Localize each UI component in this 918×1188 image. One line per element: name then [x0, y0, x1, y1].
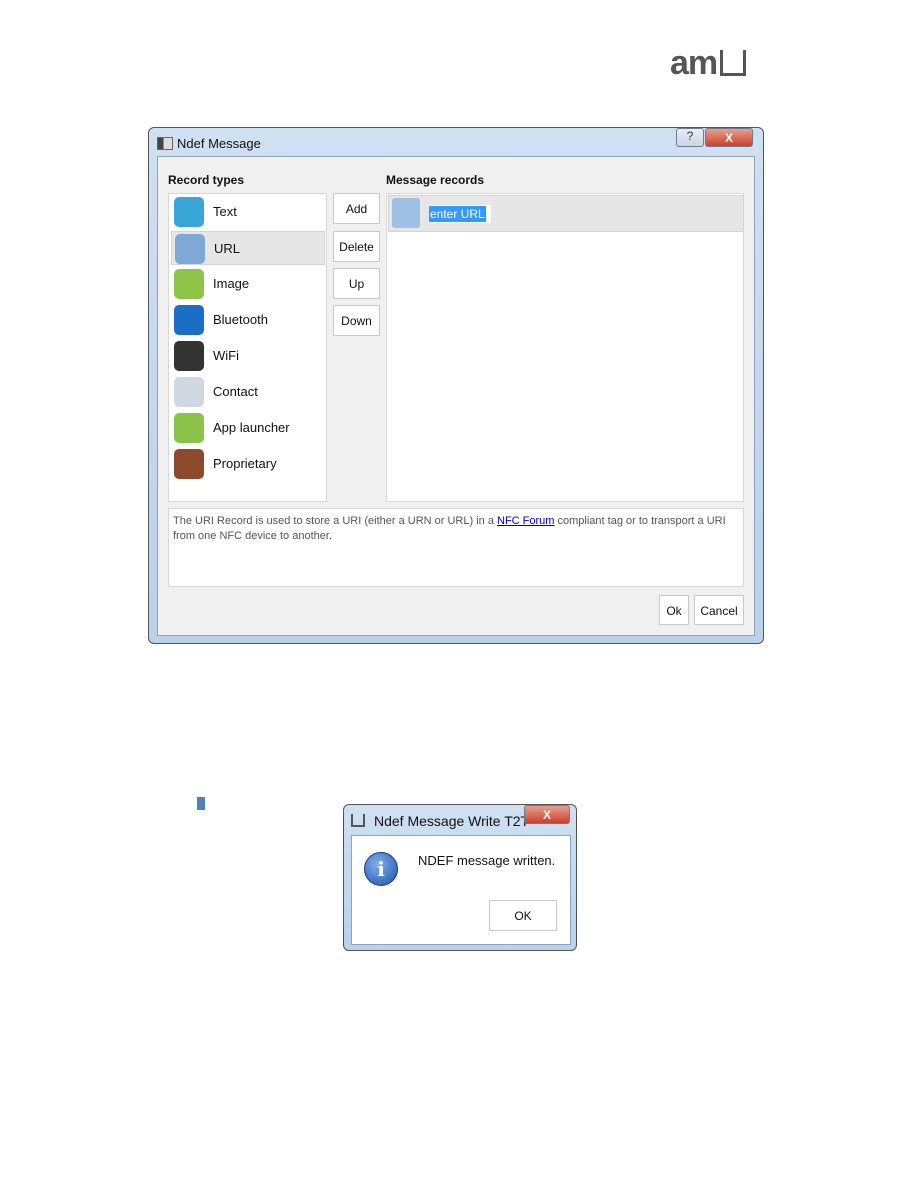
- record-type-text[interactable]: Text: [171, 195, 325, 229]
- write-close-button[interactable]: X: [524, 805, 570, 824]
- add-button[interactable]: Add: [333, 193, 380, 224]
- wifi-icon: [174, 341, 204, 371]
- record-types-list[interactable]: Text URL Image Bluetooth WiFi Contact App laun…: [168, 193, 327, 502]
- message-records-label: Message records: [386, 173, 485, 187]
- write-dialog-title: Ndef Message Write T2T: [374, 813, 530, 829]
- record-type-label: App launcher: [213, 420, 290, 435]
- close-button[interactable]: X: [705, 128, 753, 147]
- bluetooth-icon: [174, 305, 204, 335]
- dialog-client-area: Record types Message records Text URL Imag…: [157, 156, 755, 636]
- message-records-list[interactable]: enter URL: [386, 193, 744, 502]
- record-type-proprietary[interactable]: Proprietary: [171, 447, 325, 481]
- url-input-value: enter URL: [429, 206, 486, 222]
- url-input[interactable]: enter URL: [429, 205, 491, 223]
- window-icon: [157, 137, 173, 150]
- description-box: The URI Record is used to store a URI (e…: [168, 508, 744, 587]
- contact-card-icon: [174, 377, 204, 407]
- description-text-start: The URI Record is used to store a URI (e…: [173, 515, 498, 527]
- record-type-label: Image: [213, 276, 250, 291]
- record-type-label: Contact: [213, 384, 258, 399]
- briefcase-icon: [174, 449, 204, 479]
- delete-button[interactable]: Delete: [333, 231, 380, 262]
- record-type-wifi[interactable]: WiFi: [171, 339, 325, 373]
- ndef-write-dialog: Ndef Message Write T2T X i NDEF message …: [343, 804, 577, 951]
- record-types-label: Record types: [168, 173, 245, 187]
- record-type-label: URL: [214, 241, 241, 256]
- write-ok-button[interactable]: OK: [489, 900, 557, 931]
- write-dialog-body: i NDEF message written. OK: [351, 835, 571, 945]
- record-type-label: WiFi: [213, 348, 239, 363]
- record-type-url[interactable]: URL: [171, 231, 325, 265]
- info-icon: i: [364, 852, 398, 886]
- ndef-message-dialog: Ndef Message ? X Record types Message re…: [148, 127, 764, 644]
- record-type-bluetooth[interactable]: Bluetooth: [171, 303, 325, 337]
- help-button[interactable]: ?: [676, 128, 704, 147]
- ams-logo: am: [670, 44, 747, 83]
- url-globe-icon: [392, 198, 420, 228]
- down-button[interactable]: Down: [333, 305, 380, 336]
- record-type-image[interactable]: Image: [171, 267, 325, 301]
- cancel-button[interactable]: Cancel: [694, 595, 744, 625]
- record-type-contact[interactable]: Contact: [171, 375, 325, 409]
- ok-button[interactable]: Ok: [659, 595, 689, 625]
- nfc-forum-link[interactable]: NFC Forum: [497, 515, 554, 527]
- record-type-app-launcher[interactable]: App launcher: [171, 411, 325, 445]
- blue-marker: [197, 797, 205, 810]
- record-type-label: Text: [213, 204, 237, 219]
- record-type-label: Bluetooth: [213, 312, 268, 327]
- up-button[interactable]: Up: [333, 268, 380, 299]
- text-icon: [174, 197, 204, 227]
- url-globe-icon: [175, 234, 205, 264]
- message-record-item[interactable]: enter URL: [388, 195, 744, 232]
- app-icon: [351, 814, 365, 827]
- android-icon: [174, 413, 204, 443]
- record-type-label: Proprietary: [213, 456, 277, 471]
- dialog-title: Ndef Message: [177, 136, 261, 151]
- image-icon: [174, 269, 204, 299]
- write-message: NDEF message written.: [418, 853, 556, 868]
